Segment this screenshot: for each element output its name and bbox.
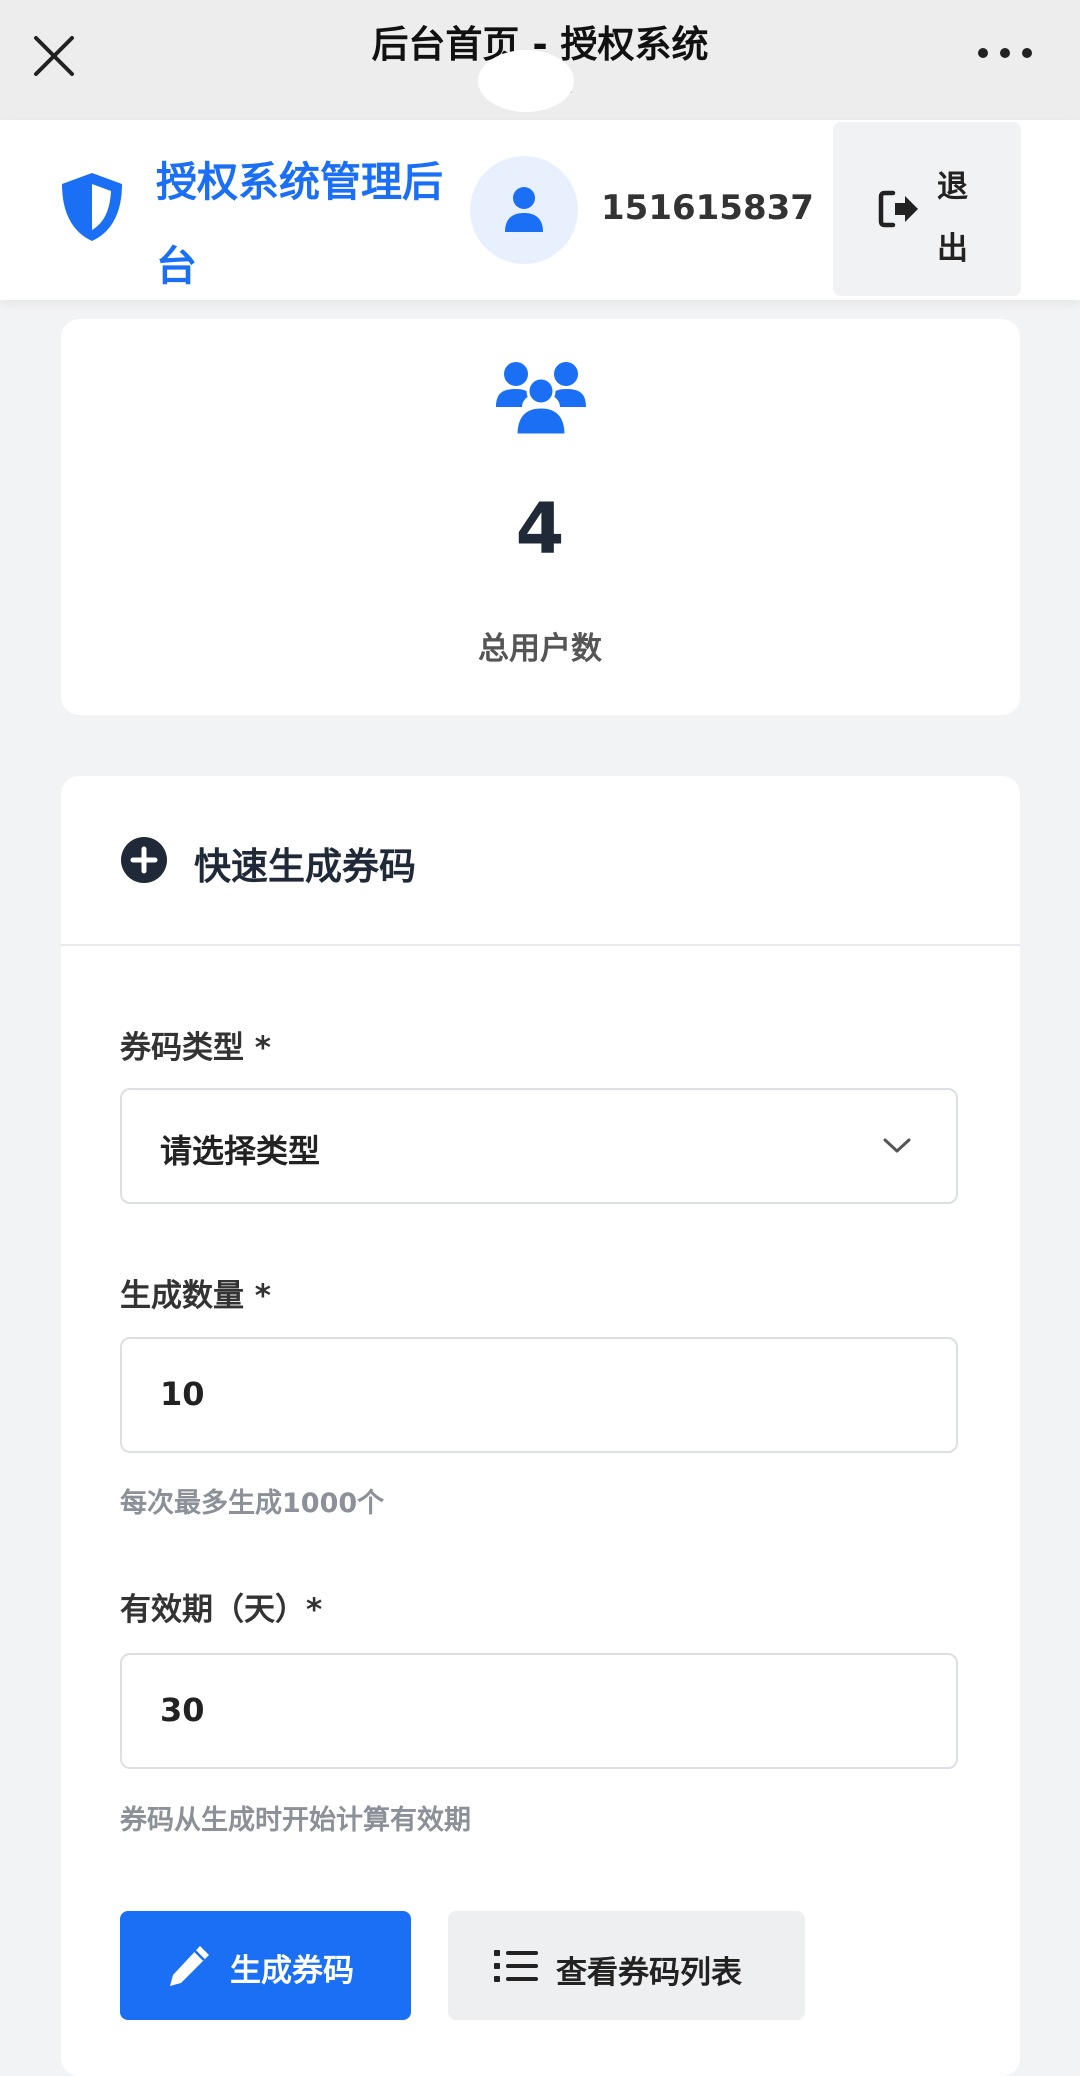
count-input[interactable]: 10 [120, 1337, 958, 1453]
total-users-label: 总用户数 [478, 631, 602, 667]
user-icon [505, 187, 543, 232]
user-id: 151615837 [601, 188, 814, 228]
view-codes-list-button[interactable]: 查看券码列表 [448, 1911, 805, 2020]
validity-label: 有效期（天）* [120, 1592, 323, 1628]
list-icon [494, 1950, 538, 1982]
logout-button[interactable]: 退出 [833, 122, 1021, 296]
avatar[interactable] [470, 156, 578, 264]
pen-icon [170, 1946, 209, 1986]
count-hint: 每次最多生成1000个 [120, 1488, 385, 1519]
app-header: 授权系统管理后台 151615837 退出 [0, 120, 1080, 300]
logout-label: 退出 [937, 169, 968, 267]
shield-icon [58, 170, 126, 244]
logout-icon [878, 190, 918, 228]
generate-codes-label: 生成券码 [230, 1953, 354, 1989]
view-codes-list-label: 查看券码列表 [556, 1955, 742, 1991]
redaction-bubble [478, 50, 574, 112]
chevron-down-icon [882, 1136, 912, 1160]
type-select-value: 请选择类型 [160, 1132, 321, 1170]
count-input-value: 10 [160, 1375, 205, 1413]
validity-input-value: 30 [160, 1691, 205, 1729]
total-users-value: 4 [515, 488, 565, 570]
brand-title: 授权系统管理后台 [156, 158, 443, 290]
more-icon[interactable] [978, 44, 1034, 62]
validity-input[interactable]: 30 [120, 1653, 958, 1769]
users-icon [494, 359, 588, 441]
validity-hint: 券码从生成时开始计算有效期 [120, 1805, 471, 1836]
form-title: 快速生成券码 [194, 845, 416, 888]
generate-codes-button[interactable]: 生成券码 [120, 1911, 411, 2020]
form-header: 快速生成券码 [61, 776, 1020, 946]
type-select[interactable]: 请选择类型 [120, 1088, 958, 1204]
plus-circle-icon [120, 836, 168, 888]
quick-generate-card: 快速生成券码 券码类型 * 请选择类型 生成数量 * 10 每次最多生成1000… [61, 776, 1020, 2076]
browser-topbar: 后台首页 - 授权系统 c tyz [0, 0, 1080, 120]
count-label: 生成数量 * [120, 1278, 272, 1314]
type-label: 券码类型 * [120, 1030, 272, 1066]
